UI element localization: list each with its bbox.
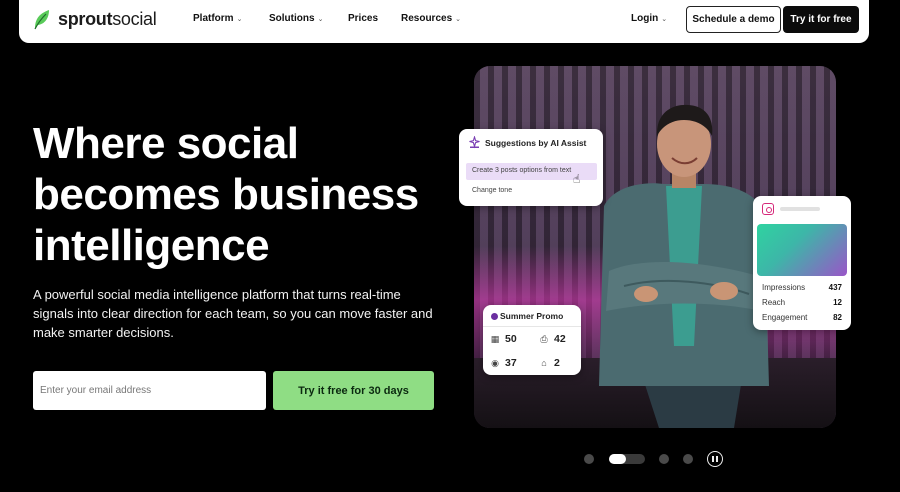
nav-solutions[interactable]: Solutions ⌄ — [269, 13, 323, 24]
try-free-button[interactable]: Try it for free — [783, 6, 859, 33]
ai-sparkle-icon — [469, 136, 480, 149]
ai-suggestions-card: Suggestions by AI Assist Create 3 posts … — [459, 129, 603, 206]
nav-login[interactable]: Login ⌄ — [631, 13, 667, 24]
ai-option-change-tone[interactable]: Change tone — [472, 187, 512, 194]
calendar-icon: ▦ — [490, 333, 500, 344]
promo-stat-scheduled: ▦ 50 — [490, 333, 517, 345]
hero-subtext: A powerful social media intelligence pla… — [33, 287, 433, 340]
instagram-icon — [762, 203, 774, 215]
schedule-demo-button[interactable]: Schedule a demo — [686, 6, 781, 33]
nav-resources[interactable]: Resources ⌄ — [401, 13, 461, 24]
hand-cursor-icon: ☝ — [573, 172, 581, 186]
carousel-dot-2-active[interactable] — [609, 454, 645, 464]
instagram-metrics-card: Impressions 437 Reach 12 Engagement 82 — [753, 196, 851, 330]
send-icon: ⌂ — [541, 358, 547, 368]
start-trial-button[interactable]: Try it free for 30 days — [273, 371, 434, 410]
promo-stat-views: ◉ 37 — [491, 357, 517, 369]
promo-dot — [491, 313, 498, 320]
chevron-down-icon: ⌄ — [455, 15, 462, 23]
account-name-placeholder — [780, 207, 820, 211]
inbox-icon: ⎙ — [540, 333, 548, 344]
metric-engagement: Engagement 82 — [762, 313, 842, 322]
chevron-down-icon: ⌄ — [236, 15, 243, 23]
pause-icon[interactable] — [707, 451, 723, 467]
logo-text: sproutsocial — [58, 8, 157, 29]
email-input[interactable] — [33, 371, 266, 410]
sprout-leaf-icon — [34, 10, 49, 30]
top-navigation: sproutsocial Platform ⌄ Solutions ⌄ Prices… — [19, 0, 869, 43]
carousel-dot-4[interactable] — [683, 454, 693, 464]
eye-icon: ◉ — [491, 357, 499, 368]
nav-prices[interactable]: Prices — [348, 13, 378, 24]
hero-headline: Where social becomes business intelligen… — [33, 119, 419, 270]
promo-stat-inbox: ⎙ 42 — [540, 333, 566, 345]
metric-reach: Reach 12 — [762, 298, 842, 307]
nav-platform[interactable]: Platform ⌄ — [193, 13, 242, 24]
promo-title: Summer Promo — [500, 311, 564, 321]
summer-promo-card: Summer Promo ▦ 50 ⎙ 42 ◉ 37 ⌂ 2 — [483, 305, 581, 375]
carousel-dot-1[interactable] — [584, 454, 594, 464]
carousel-dot-3[interactable] — [659, 454, 669, 464]
post-preview-gradient — [757, 224, 847, 276]
chevron-down-icon: ⌄ — [317, 15, 324, 23]
sprout-social-logo[interactable]: sproutsocial — [32, 8, 157, 30]
ai-card-title: Suggestions by AI Assist — [485, 138, 587, 148]
promo-stat-sent: ⌂ 2 — [539, 357, 560, 369]
chevron-down-icon: ⌄ — [661, 15, 668, 23]
metric-impressions: Impressions 437 — [762, 283, 842, 292]
